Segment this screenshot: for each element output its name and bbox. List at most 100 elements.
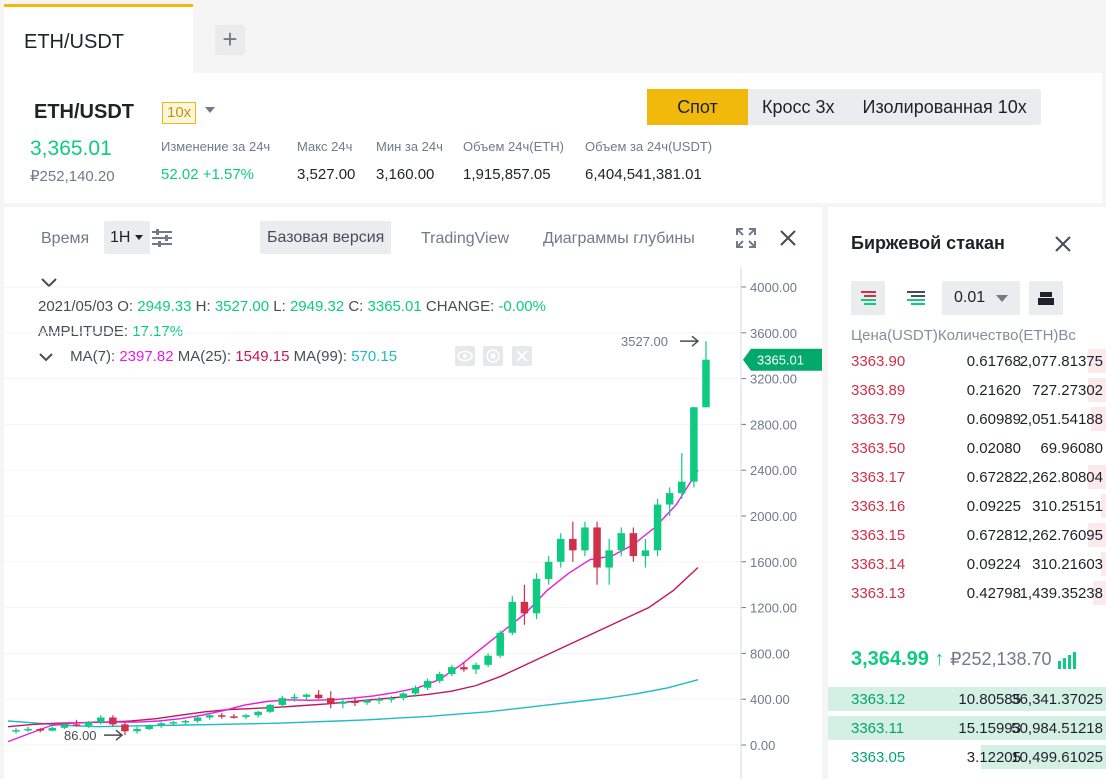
ask-price: 3363.79	[851, 411, 906, 428]
pair-title[interactable]: ETH/USDT	[34, 101, 134, 124]
mode-spot[interactable]: Спот	[647, 89, 748, 125]
ask-row[interactable]: 3363.90 0.61768 2,077.81375	[851, 347, 1106, 375]
candle-body	[363, 700, 371, 703]
leverage-badge: 10x	[162, 102, 197, 124]
tradingview-button[interactable]: TradingView	[421, 230, 509, 248]
order-book-title: Биржевой стакан	[851, 233, 1005, 253]
y-tick-label: 800.00	[750, 646, 790, 661]
candlestick-chart[interactable]: 4000.00 3600.00 3200.00 2800.00 2400.00 2000.…	[4, 207, 822, 779]
bid-row[interactable]: 3363.12 10.80585 36,341.37025	[828, 685, 1106, 713]
stat-value: 3,527.00	[297, 166, 356, 183]
candle-body	[278, 698, 287, 705]
tab-eth-usdt[interactable]: ETH/USDT	[4, 4, 193, 73]
chevron-down-icon[interactable]	[38, 352, 54, 362]
candle-body	[496, 632, 504, 656]
ask-row[interactable]: 3363.89 0.21620 727.27302	[851, 376, 1106, 404]
chevron-down-icon[interactable]	[205, 107, 215, 113]
chart-panel: Время 1H Базовая версия TradingView Диаг…	[4, 207, 822, 779]
bid-row[interactable]: 3363.11 15.15993 50,984.51218	[828, 714, 1106, 742]
ma99-label: MA(99):	[293, 348, 348, 365]
ask-row[interactable]: 3363.16 0.09225 310.25151	[851, 492, 1106, 520]
order-book-headers: Цена(USDT)Количество(ETH)Вс	[851, 327, 1076, 344]
book-both-view-icon[interactable]	[851, 281, 885, 315]
open-value: 2949.33	[137, 298, 192, 315]
ask-qty: 0.09225	[966, 498, 1021, 515]
ask-row[interactable]: 3363.50 0.02080 69.96080	[851, 434, 1106, 462]
high-label: H:	[195, 298, 211, 315]
candle-body	[411, 687, 420, 694]
interval-select[interactable]: 1H	[104, 221, 150, 254]
close-icon[interactable]	[1054, 235, 1072, 253]
low-label: L:	[273, 298, 286, 315]
bid-total: 50,984.51218	[1011, 720, 1103, 737]
candle-body	[532, 578, 541, 614]
ma25-line	[7, 566, 699, 728]
ma7-line	[7, 469, 699, 743]
ask-row[interactable]: 3363.13 0.42798 1,439.35238	[851, 579, 1106, 607]
trade-mode-switch: Спот Кросс 3x Изолированная 10x	[647, 89, 1041, 125]
y-tick-label: 2000.00	[750, 509, 797, 524]
candle-body	[24, 728, 32, 731]
stat-low: Мин за 24ч 3,160.00	[376, 139, 443, 183]
high-marker-label: 3527.00	[621, 334, 668, 349]
candle-body	[629, 533, 638, 557]
collapse-chevron-icon[interactable]	[40, 277, 58, 289]
ma7-value: 2397.82	[119, 348, 174, 365]
eye-icon[interactable]	[455, 346, 475, 366]
arrow-right-icon	[104, 729, 124, 741]
book-asks-view-icon[interactable]	[1029, 281, 1063, 315]
bid-total: 36,341.37025	[1011, 691, 1103, 708]
book-bids-view-icon[interactable]	[899, 281, 933, 315]
candle-body	[423, 680, 432, 688]
ma99-value: 570.15	[351, 348, 398, 365]
caret-down-icon	[135, 235, 143, 240]
tick-size-select[interactable]: 0.01	[942, 281, 1020, 315]
candle-body	[121, 724, 129, 732]
interval-value: 1H	[110, 229, 131, 246]
stat-volume-eth: Объем 24ч(ETH) 1,915,857.05	[463, 139, 564, 183]
mode-cross[interactable]: Кросс 3x	[748, 89, 849, 125]
candle-body	[375, 699, 383, 701]
candle-body	[653, 504, 662, 551]
y-tick-label: 2800.00	[750, 417, 797, 432]
ask-total: 1,439.35238	[1019, 585, 1103, 602]
candle-body	[665, 493, 674, 505]
candle-body	[193, 717, 202, 721]
settings-sliders-icon[interactable]	[151, 228, 173, 248]
ask-total: 2,077.81375	[1019, 353, 1103, 370]
ask-row[interactable]: 3363.17 0.67282 2,262.80804	[851, 463, 1106, 491]
candle-body	[593, 527, 601, 568]
y-tick-label: 400.00	[750, 692, 790, 707]
amplitude-legend: AMPLITUDE: 17.17%	[38, 323, 183, 340]
candle-body	[84, 722, 93, 726]
close-icon[interactable]	[779, 229, 797, 247]
low-marker-label: 86.00	[64, 728, 97, 743]
stat-value: 1,915,857.05	[463, 166, 551, 183]
low-value: 2949.32	[289, 298, 345, 315]
bid-row[interactable]: 3363.05 3.12205 10,499.61025	[851, 743, 1106, 771]
ohlc-legend: 2021/05/03 O: 2949.33 H: 3527.00 L: 2949…	[38, 298, 546, 315]
ask-row[interactable]: 3363.15 0.67281 2,262.76095	[851, 521, 1106, 549]
fullscreen-icon[interactable]	[735, 227, 757, 249]
mid-price-rub: ₽252,138.70	[949, 649, 1052, 669]
add-tab-button[interactable]: +	[215, 25, 245, 55]
ask-qty: 0.21620	[966, 382, 1021, 399]
remove-indicator-icon[interactable]	[512, 346, 532, 366]
signal-bars-icon	[1058, 651, 1077, 669]
settings-icon[interactable]	[483, 346, 503, 366]
basic-view-button[interactable]: Базовая версия	[260, 221, 392, 254]
candle-body	[218, 715, 226, 717]
ask-row[interactable]: 3363.14 0.09224 310.21603	[851, 550, 1106, 578]
ask-qty: 0.67282	[966, 469, 1021, 486]
stat-change: Изменение за 24ч 52.02 +1.57%	[161, 139, 270, 183]
candle-body	[181, 720, 190, 723]
order-book-panel: Биржевой стакан 0.01 Цена(USDT)Количеств…	[828, 207, 1106, 779]
candle-body	[133, 728, 141, 732]
ask-row[interactable]: 3363.79 0.60989 2,051.54188	[851, 405, 1106, 433]
depth-chart-button[interactable]: Диаграммы глубины	[543, 230, 695, 248]
mode-isolated[interactable]: Изолированная 10x	[849, 89, 1041, 125]
candle-body	[12, 730, 20, 732]
last-price-tag	[743, 348, 822, 371]
ask-qty: 0.09224	[966, 556, 1021, 573]
last-price-tag-label: 3365.01	[757, 353, 804, 368]
